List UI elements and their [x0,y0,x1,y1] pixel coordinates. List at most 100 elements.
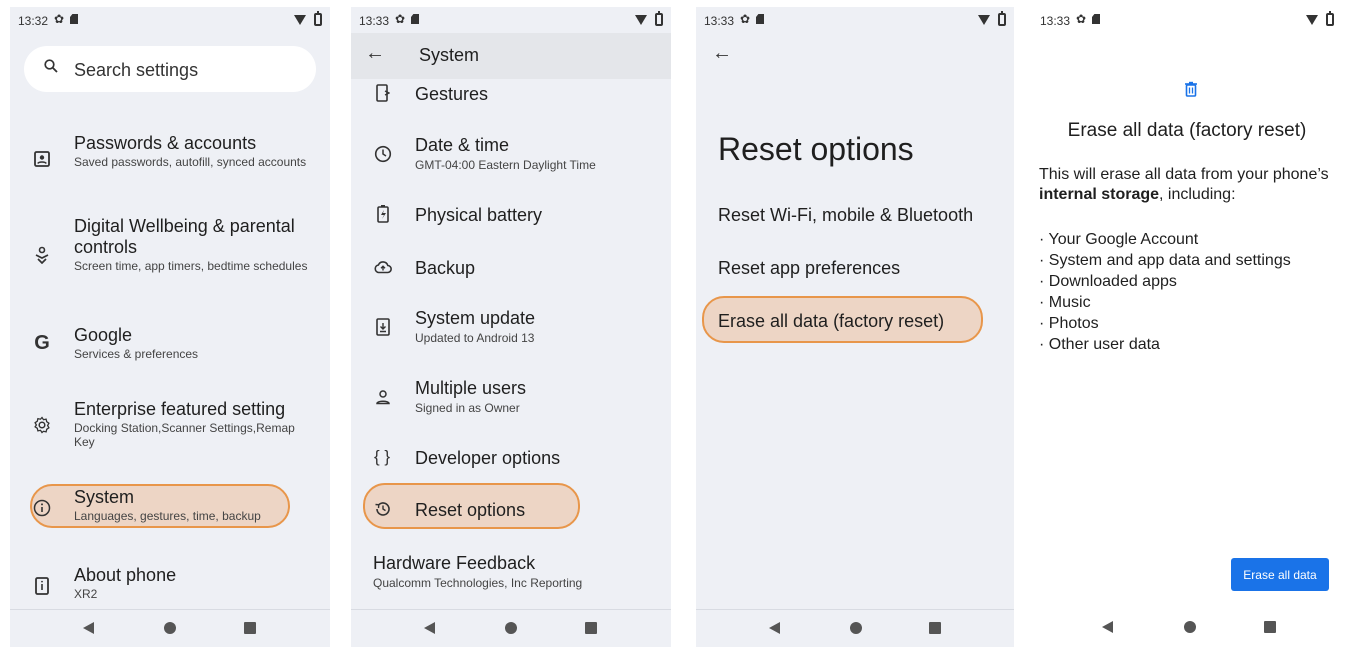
settings-item-title: System [74,487,135,507]
system-item-date-time[interactable]: Date & time GMT-04:00 Eastern Daylight T… [351,134,671,176]
home-nav-icon[interactable] [164,622,176,634]
home-nav-icon[interactable] [1184,621,1196,633]
home-nav-icon[interactable] [505,622,517,634]
battery-icon [998,11,1006,26]
settings-item-subtitle: Saved passwords, autofill, synced accoun… [74,155,307,169]
trash-icon [1185,81,1197,97]
back-arrow-icon[interactable]: ← [365,42,385,65]
factory-reset-screen: 13:33 ✿ Erase all data (factory reset) T… [1032,7,1342,647]
recents-nav-icon[interactable] [585,622,597,634]
settings-item-title: Digital Wellbeing & parental controls [74,216,295,257]
system-item-subtitle: Qualcomm Technologies, Inc Reporting [373,576,583,590]
settings-item-passwords-accounts[interactable]: Passwords & accounts Saved passwords, au… [10,131,330,187]
system-item-title: Backup [415,258,476,278]
cloud-upload-icon [373,257,393,277]
system-item-reset-options[interactable]: Reset options [351,497,671,523]
search-input[interactable]: Search settings [24,46,316,92]
system-update-icon [373,317,393,337]
system-item-title: Hardware Feedback [373,553,536,573]
battery-icon [1326,11,1334,26]
list-item: · System and app data and settings [1039,252,1291,269]
clock-icon [373,144,393,164]
settings-item-subtitle: Docking Station,Scanner Settings,Remap K… [74,421,295,449]
erase-description: This will erase all data from your phone… [1039,165,1339,205]
settings-item-about-phone[interactable]: About phone XR2 [10,564,330,604]
erase-description-tail: , including: [1159,186,1236,203]
list-item: · Other user data [1039,336,1160,353]
settings-item-digital-wellbeing[interactable]: Digital Wellbeing & parental controls Sc… [10,214,330,294]
settings-item-google[interactable]: G Google Services & preferences [10,323,330,365]
erase-all-data-button[interactable]: Erase all data [1231,558,1329,591]
settings-item-system[interactable]: System Languages, gestures, time, backup [10,486,330,526]
status-bar: 13:33 ✿ [696,7,1014,33]
system-item-backup[interactable]: Backup [351,255,671,281]
reset-item-factory-reset[interactable]: Erase all data (factory reset) [718,311,944,332]
status-time: 13:33 [359,14,390,28]
search-icon [44,59,58,73]
system-item-title: Developer options [415,448,561,468]
settings-item-subtitle: Services & preferences [74,347,199,361]
page-title: System [419,45,480,65]
wifi-icon [635,15,647,25]
back-nav-icon[interactable] [1102,621,1113,633]
navigation-bar [696,609,1014,647]
system-item-title: Date & time [415,135,510,155]
status-bar: 13:33 ✿ [1032,7,1342,33]
system-item-title: Physical battery [415,205,543,225]
system-item-developer-options[interactable]: { } Developer options [351,445,671,471]
settings-item-title: Google [74,325,133,345]
system-item-system-update[interactable]: System update Updated to Android 13 [351,307,671,349]
google-icon: G [34,331,50,354]
status-time: 13:33 [1040,14,1071,28]
wellbeing-icon [32,245,52,265]
system-item-physical-battery[interactable]: Physical battery [351,202,671,228]
reset-item-app-preferences[interactable]: Reset app preferences [718,258,900,279]
recents-nav-icon[interactable] [929,622,941,634]
system-item-title: Reset options [415,500,526,520]
back-nav-icon[interactable] [424,622,435,634]
sdcard-icon [411,14,419,24]
settings-item-title: Passwords & accounts [74,133,257,153]
status-bar: 13:33 ✿ [351,7,671,33]
battery-icon [655,11,663,26]
settings-item-enterprise[interactable]: Enterprise featured setting Docking Stat… [10,397,330,453]
system-item-title: System update [415,308,536,328]
home-nav-icon[interactable] [850,622,862,634]
recents-nav-icon[interactable] [1264,621,1276,633]
back-nav-icon[interactable] [769,622,780,634]
back-arrow-icon[interactable]: ← [712,42,732,65]
system-item-subtitle: GMT-04:00 Eastern Daylight Time [415,158,596,172]
reset-options-screen: 13:33 ✿ ← Reset options Reset Wi-Fi, mob… [696,7,1014,647]
phone-info-icon [32,576,52,596]
account-box-icon [32,149,52,169]
recents-nav-icon[interactable] [244,622,256,634]
history-icon [373,499,393,519]
system-item-gestures[interactable]: Gestures [351,81,671,107]
gear-icon: ✿ [395,12,406,26]
sdcard-icon [1092,14,1100,24]
gestures-icon [373,83,393,103]
info-icon [32,498,52,518]
back-nav-icon[interactable] [83,622,94,634]
erase-description-text: This will erase all data from your phone… [1039,166,1329,183]
navigation-bar [1032,609,1342,647]
list-item: · Downloaded apps [1039,273,1177,290]
status-time: 13:32 [18,14,49,28]
battery-icon [314,11,322,26]
settings-item-subtitle: Languages, gestures, time, backup [74,509,261,523]
gear-icon: ✿ [740,12,751,26]
system-item-title: Gestures [415,84,489,104]
gear-icon: ✿ [1076,12,1087,26]
wifi-icon [978,15,990,25]
search-placeholder: Search settings [74,60,199,80]
reset-item-network[interactable]: Reset Wi-Fi, mobile & Bluetooth [718,205,973,226]
settings-item-title: Enterprise featured setting [74,399,286,419]
gear-icon [32,415,52,435]
system-item-subtitle: Signed in as Owner [415,401,520,415]
system-item-hardware-feedback[interactable]: Hardware Feedback Qualcomm Technologies,… [351,552,671,594]
navigation-bar [351,609,671,647]
settings-item-subtitle: XR2 [74,587,98,601]
system-screen: 13:33 ✿ ← System Gestures Date & time GM… [351,7,671,647]
system-item-multiple-users[interactable]: Multiple users Signed in as Owner [351,377,671,419]
wifi-icon [294,15,306,25]
